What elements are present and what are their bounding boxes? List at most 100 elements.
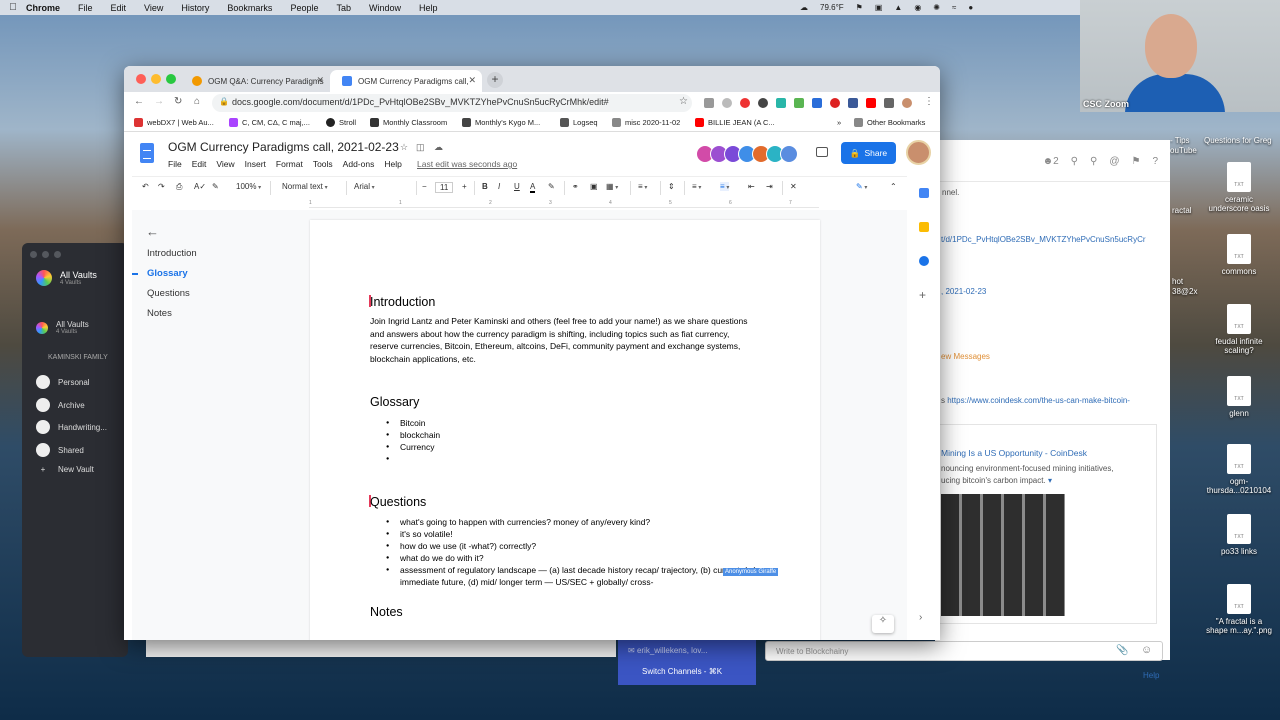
outline-item-questions[interactable]: Questions [132,288,197,308]
heading-questions[interactable]: Questions [370,495,426,509]
outline-item-notes[interactable]: Notes [132,308,197,328]
close-tab-icon[interactable]: ✕ [316,75,324,86]
desktop-file-icon[interactable]: ogm-thursda...0210104 [1204,444,1274,495]
extension-icon[interactable] [848,98,858,108]
bookmark-item[interactable]: webDX7 | Web Au... [134,118,214,127]
ruler[interactable]: 1 1 2 3 4 5 6 7 [309,200,819,208]
window-controls[interactable] [30,251,61,258]
more-menu-icon[interactable]: ⋮ [924,96,934,107]
cloud-status-icon[interactable]: ☁ [434,142,443,153]
paint-format-icon[interactable]: ✎ [212,182,219,191]
bookmark-item[interactable]: Monthly's Kygo M... [462,118,540,127]
selected-vault-item[interactable]: All Vaults 4 Vaults [36,320,89,335]
align-icon[interactable]: ≡ [638,182,647,191]
decrease-indent-icon[interactable]: ⇤ [748,182,755,191]
calendar-icon[interactable] [919,188,929,198]
glossary-item[interactable]: Currency [386,441,435,453]
bulleted-list-icon[interactable]: ≡ [720,182,730,191]
reload-icon[interactable]: ↻ [174,96,182,107]
chat-link[interactable]: t/d/1PDc_PvHtqlOBe2SBv_MVKTZYhePvCnuSn5u… [941,235,1146,244]
close-tab-icon[interactable]: ✕ [468,75,476,86]
desktop-file-icon[interactable]: glenn [1204,376,1274,418]
desktop-file-icon[interactable]: po33 links [1204,514,1274,556]
menu-history[interactable]: History [181,3,209,13]
docs-menu-help[interactable]: Help [384,159,401,169]
switch-channels-button[interactable]: Switch Channels - ⌘K [642,667,722,676]
back-icon[interactable]: ← [134,96,144,107]
at-icon[interactable]: @ [1109,156,1119,167]
intro-paragraph[interactable]: Join Ingrid Lantz and Peter Kaminski and… [370,315,760,365]
outline-item-introduction[interactable]: Introduction [132,248,197,268]
bookmark-folder[interactable]: misc 2020-11-02 [612,118,680,127]
drive-icon[interactable]: ▲ [894,3,902,12]
undo-icon[interactable]: ↶ [142,182,149,191]
move-folder-icon[interactable]: ◫ [416,142,425,153]
chat-link[interactable]: , 2021-02-23 [941,287,986,296]
all-vaults-item[interactable]: All Vaults 4 Vaults [36,270,97,286]
extension-icon[interactable] [812,98,822,108]
question-item[interactable]: what do we do with it? [386,552,770,564]
new-tab-button[interactable]: + [487,72,503,88]
desktop-file-icon[interactable]: commons [1204,234,1274,276]
bookmark-item[interactable]: C, CM, CΔ, C maj,... [229,118,310,127]
numbered-list-icon[interactable]: ≡ [692,182,701,191]
heading-introduction[interactable]: Introduction [370,295,435,309]
menu-edit[interactable]: Edit [111,3,127,13]
home-icon[interactable]: ⌂ [194,96,200,107]
spellcheck-icon[interactable]: A✓ [194,182,206,191]
comment-history-icon[interactable] [816,147,828,157]
extension-icon[interactable] [776,98,786,108]
profile-avatar[interactable] [902,98,912,108]
docs-menu-file[interactable]: File [168,159,182,169]
question-item[interactable]: what's going to happen with currencies? … [386,516,770,528]
show-side-panel-icon[interactable]: › [919,612,922,623]
share-button[interactable]: 🔒 Share [841,142,896,164]
zoom-select[interactable]: 100% [236,182,261,191]
other-bookmarks[interactable]: Other Bookmarks [854,118,925,127]
tab-ogm-currency[interactable]: OGM Currency Paradigms call, ✕ [330,70,482,92]
minimize-window-button[interactable] [151,74,161,84]
increase-font-size-icon[interactable]: + [462,182,467,191]
desktop-file-icon[interactable]: "A fractal is a shape m...ay.".png [1204,584,1274,635]
font-size-input[interactable]: 11 [435,182,454,193]
style-select[interactable]: Normal text [282,182,342,191]
bookmark-item[interactable]: Monthly Classroom [370,118,447,127]
menu-file[interactable]: File [78,3,93,13]
users-icon[interactable]: ☻2 [1043,156,1059,167]
get-addons-icon[interactable]: + [919,288,926,302]
vault-item-handwriting[interactable]: Handwriting... [36,420,107,434]
address-bar[interactable]: 🔒 docs.google.com/document/d/1PDc_PvHtql… [212,94,692,112]
vault-item-archive[interactable]: Archive [36,398,85,412]
italic-icon[interactable]: I [498,182,500,191]
bookmarks-overflow[interactable]: » [837,118,841,127]
docs-logo-icon[interactable] [140,143,154,163]
apple-menu-icon[interactable]:  [0,2,26,13]
link-icon[interactable]: ⚭ [572,182,579,191]
vault-item-shared[interactable]: Shared [36,443,84,457]
docs-menu-tools[interactable]: Tools [313,159,333,169]
preview-image[interactable] [941,494,1065,616]
preview-title[interactable]: Mining Is a US Opportunity - CoinDesk [941,448,1087,458]
font-select[interactable]: Arial [354,182,414,191]
bookmark-item[interactable]: BILLIE JEAN (A C... [695,118,775,127]
document-page[interactable]: Introduction Join Ingrid Lantz and Peter… [310,220,820,640]
question-item[interactable]: assessment of regulatory landscape — (a)… [386,564,760,588]
zoom-video-window[interactable]: CSC Zoom [1080,0,1280,112]
glossary-item[interactable]: blockchain [386,429,440,441]
tasks-icon[interactable] [919,256,929,266]
search-icon[interactable]: ⚲ [1090,156,1097,167]
insert-image-icon[interactable]: ▦ [606,182,618,191]
menu-help[interactable]: Help [419,3,438,13]
message-compose-input[interactable]: Write to Blockchainy [765,641,1163,661]
pin-icon[interactable]: ⚲ [1071,156,1078,167]
vault-item-personal[interactable]: Personal [36,375,90,389]
puzzle-icon[interactable] [884,98,894,108]
close-outline-icon[interactable]: ← [146,224,159,239]
docs-menu-addons[interactable]: Add-ons [343,159,375,169]
camera-icon[interactable]: ▣ [875,3,883,12]
menu-window[interactable]: Window [369,3,401,13]
extension-icon[interactable] [830,98,840,108]
question-item[interactable]: how do we use (it -what?) correctly? [386,540,770,552]
maximize-window-button[interactable] [166,74,176,84]
attachment-icon[interactable]: 📎 [1116,645,1128,656]
